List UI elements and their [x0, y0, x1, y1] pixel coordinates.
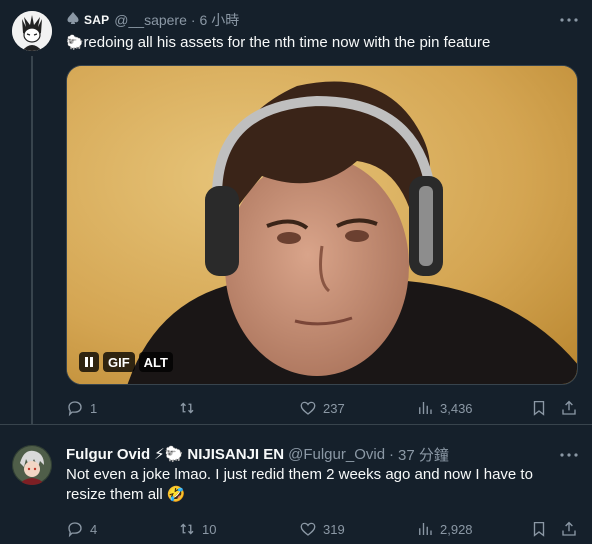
retweet-icon — [180, 402, 194, 414]
bookmark-button[interactable] — [530, 398, 548, 418]
tweet-sapere[interactable]: SAP @__sapere · 6 小時 🐑redoing all his as… — [0, 0, 592, 424]
like-button[interactable]: 237 — [299, 398, 345, 418]
avatar-illustration — [12, 11, 52, 51]
pause-button[interactable] — [79, 352, 99, 372]
sheep-emoji-icon: 🐑 — [164, 445, 184, 463]
tweet-text-content: Not even a joke lmao. I just redid them … — [66, 466, 533, 503]
org-name[interactable]: NIJISANJI EN — [187, 446, 284, 463]
retweet-count: 10 — [202, 521, 217, 537]
sheep-emoji-icon: 🐑 — [66, 34, 84, 50]
share-icon — [562, 400, 576, 415]
reply-icon — [68, 522, 82, 538]
display-name[interactable]: Fulgur Ovid — [66, 446, 150, 463]
tweet-fulgur[interactable]: Fulgur Ovid ⚡ 🐑 NIJISANJI EN @Fulgur_Ovi… — [0, 424, 592, 544]
like-button[interactable]: 319 — [299, 519, 345, 539]
view-count: 2,928 — [440, 521, 473, 537]
like-count: 237 — [323, 400, 345, 416]
retweet-button[interactable] — [178, 398, 202, 418]
reply-count: 4 — [90, 521, 98, 537]
like-count: 319 — [323, 521, 345, 537]
lightning-emoji-icon: ⚡ — [154, 445, 165, 463]
user-handle[interactable]: @__sapere — [114, 12, 187, 28]
tweet-actions: 1 237 3,436 — [66, 398, 582, 418]
share-button[interactable] — [560, 519, 578, 539]
rofl-emoji-icon: 🤣 — [166, 486, 186, 503]
retweet-button[interactable]: 10 — [178, 519, 216, 539]
gif-badge: GIF — [103, 352, 135, 372]
share-icon — [562, 521, 576, 536]
tweet-actions: 4 10 319 2,928 — [66, 519, 582, 539]
heart-icon — [300, 401, 316, 415]
tweet-header: SAP @__sapere · 6 小時 — [66, 10, 239, 30]
share-button[interactable] — [560, 398, 578, 418]
spade-icon — [66, 11, 80, 29]
reply-button[interactable]: 1 — [66, 398, 97, 418]
pause-icon — [85, 357, 93, 367]
alt-badge[interactable]: ALT — [138, 352, 173, 372]
view-count: 3,436 — [440, 400, 473, 416]
bookmark-icon — [533, 400, 545, 416]
timestamp[interactable]: 6 小時 — [200, 10, 240, 30]
display-name[interactable]: SAP — [84, 13, 109, 27]
more-options-icon[interactable] — [560, 446, 578, 464]
tweet-text: Not even a joke lmao. I just redid them … — [66, 465, 566, 505]
gif-badges: GIF ALT — [79, 352, 173, 372]
avatar-sapere[interactable] — [12, 11, 52, 51]
gif-frame-illustration — [67, 66, 577, 384]
user-handle[interactable]: @Fulgur_Ovid — [288, 446, 385, 463]
bookmark-button[interactable] — [530, 519, 548, 539]
tweet-header: Fulgur Ovid ⚡ 🐑 NIJISANJI EN @Fulgur_Ovi… — [66, 444, 449, 464]
bookmark-icon — [533, 521, 545, 537]
tweet-text-content: redoing all his assets for the nth time … — [83, 34, 491, 51]
analytics-icon — [419, 402, 432, 414]
reply-button[interactable]: 4 — [66, 519, 97, 539]
tweet-text: 🐑redoing all his assets for the nth time… — [66, 33, 576, 53]
separator-dot: · — [389, 445, 395, 463]
heart-icon — [300, 522, 316, 536]
avatar-illustration — [12, 445, 52, 485]
reply-count: 1 — [90, 400, 98, 416]
analytics-icon — [419, 523, 432, 535]
separator-dot: · — [190, 12, 196, 28]
thread-line — [31, 56, 33, 424]
views-button[interactable]: 2,928 — [416, 519, 473, 539]
avatar-fulgur[interactable] — [12, 445, 52, 485]
reply-icon — [68, 401, 82, 417]
gif-media[interactable]: GIF ALT — [66, 65, 578, 385]
more-options-icon[interactable] — [560, 11, 578, 29]
views-button[interactable]: 3,436 — [416, 398, 473, 418]
retweet-icon — [180, 523, 194, 535]
timestamp[interactable]: 37 分鐘 — [398, 444, 449, 465]
